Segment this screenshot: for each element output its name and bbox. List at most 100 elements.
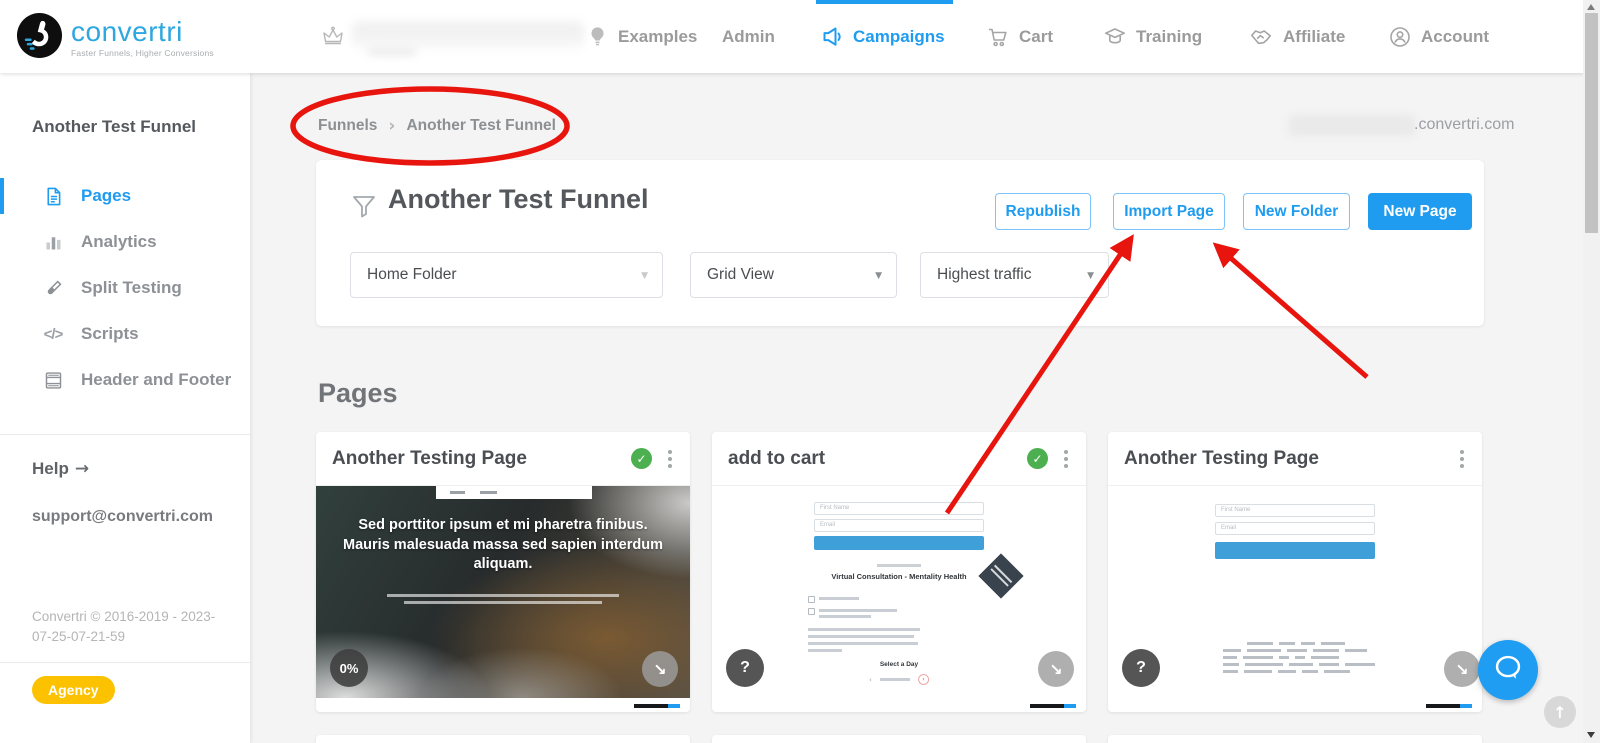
funnel-header-panel: Another Test Funnel Republish Import Pag…: [316, 160, 1484, 326]
account-subtext-redacted: [368, 47, 416, 56]
thumb-progress-bar: [634, 704, 680, 708]
thumb-submit-button: [814, 536, 984, 550]
help-badge[interactable]: ?: [726, 649, 764, 687]
card-menu-button[interactable]: [666, 446, 674, 472]
convertri-logo-icon: [16, 12, 63, 64]
page-card-header: Another Testing Page ✓: [316, 432, 690, 486]
handshake-icon: [1248, 24, 1274, 50]
thumb-text-line: [808, 649, 842, 652]
folder-select[interactable]: Home Folder ▼: [350, 252, 663, 298]
sidebar-item-pages[interactable]: Pages: [0, 173, 250, 219]
logo-tagline: Faster Funnels, Higher Conversions: [71, 48, 214, 59]
cart-icon: [986, 25, 1010, 49]
lightbulb-icon: [586, 25, 609, 48]
page-card: Another Testing Page First Name Email ? …: [1108, 432, 1482, 712]
sidebar-item-analytics-label: Analytics: [81, 232, 157, 251]
sidebar-item-split-testing-label: Split Testing: [81, 278, 182, 297]
sidebar-help-link[interactable]: Help →: [32, 459, 89, 479]
nav-training-label: Training: [1136, 26, 1203, 46]
chevron-down-icon: ▼: [641, 271, 648, 281]
thumb-date-pagination: ‹ ›: [869, 674, 929, 685]
support-email[interactable]: support@convertri.com: [32, 508, 213, 526]
nav-cart[interactable]: Cart: [986, 0, 1053, 73]
view-select-value: Grid View: [707, 266, 774, 283]
nav-admin[interactable]: Admin: [722, 0, 775, 73]
layout-icon: [42, 369, 64, 391]
sidebar-menu: Pages Analytics Split Testing </> Script…: [0, 173, 250, 403]
nav-cart-label: Cart: [1019, 26, 1054, 46]
funnel-domain[interactable]: .convertri.com: [1414, 116, 1514, 134]
nav-campaigns[interactable]: Campaigns: [816, 0, 953, 73]
sidebar-item-scripts[interactable]: </> Scripts: [0, 311, 250, 357]
vertical-scrollbar[interactable]: [1583, 0, 1600, 743]
sort-select-value: Highest traffic: [937, 266, 1032, 283]
chevron-right-icon: ›: [388, 116, 396, 136]
thumb-text-line: [879, 678, 910, 681]
nav-examples[interactable]: Examples: [586, 0, 697, 73]
scrollbar-thumb[interactable]: [1585, 13, 1598, 233]
plan-badge[interactable]: Agency: [32, 676, 115, 704]
thumb-email-field: Email: [814, 519, 984, 532]
chat-widget-button[interactable]: [1478, 640, 1538, 700]
page-card: Another Testing Page ✓ Sed porttitor ips…: [316, 432, 690, 712]
breadcrumb-funnels[interactable]: Funnels: [318, 117, 377, 135]
nav-training[interactable]: Training: [1103, 0, 1202, 73]
breadcrumb-current: Another Test Funnel: [406, 117, 556, 134]
chat-icon: [1489, 649, 1527, 692]
sidebar-funnel-title: Another Test Funnel: [32, 117, 197, 136]
page-card-title: Another Testing Page: [1124, 447, 1319, 469]
republish-button[interactable]: Republish: [995, 193, 1091, 230]
page-card-header: Another Testing Page: [1108, 432, 1482, 486]
page-thumbnail[interactable]: First Name Email Virtual Consultation - …: [712, 486, 1086, 698]
new-folder-button[interactable]: New Folder: [1243, 193, 1350, 230]
nav-affiliate-label: Affiliate: [1283, 26, 1346, 46]
sidebar-item-analytics[interactable]: Analytics: [0, 219, 250, 265]
expand-preview-button[interactable]: ↘: [1444, 651, 1480, 687]
convertri-logo[interactable]: convertri Faster Funnels, Higher Convers…: [16, 12, 214, 64]
test-tube-icon: [42, 277, 64, 299]
thumb-table: [1223, 642, 1375, 673]
sort-select[interactable]: Highest traffic ▼: [920, 252, 1109, 298]
thumb-text-line: [808, 635, 914, 638]
corner-ribbon: [978, 553, 1024, 599]
help-badge[interactable]: ?: [1122, 649, 1160, 687]
thumb-progress-bar: [1426, 704, 1472, 708]
app: convertri Faster Funnels, Higher Convers…: [0, 0, 1600, 743]
thumb-text-line: [808, 642, 918, 645]
scrollbar-up-arrow[interactable]: [1587, 4, 1595, 10]
thumb-text-line: [808, 628, 920, 631]
nav-examples-label: Examples: [618, 26, 698, 46]
thumb-nav-strip: [436, 486, 592, 499]
account-name-redacted: [352, 22, 584, 48]
view-select[interactable]: Grid View ▼: [690, 252, 897, 298]
sidebar: Another Test Funnel Pages Analytics Spli…: [0, 73, 250, 743]
page-icon: [42, 185, 64, 207]
thumb-checkbox: [808, 608, 815, 615]
card-menu-button[interactable]: [1458, 446, 1466, 472]
published-icon: ✓: [631, 448, 652, 469]
thumb-checkbox: [808, 596, 815, 603]
chevron-down-icon: ▼: [875, 271, 882, 281]
scrollbar-down-arrow[interactable]: [1587, 732, 1595, 738]
import-page-button[interactable]: Import Page: [1113, 193, 1225, 230]
sidebar-item-split-testing[interactable]: Split Testing: [0, 265, 250, 311]
expand-preview-button[interactable]: ↘: [642, 651, 678, 687]
thumb-heading: Sed porttitor ipsum et mi pharetra finib…: [343, 517, 663, 573]
nav-affiliate[interactable]: Affiliate: [1248, 0, 1345, 73]
page-thumbnail[interactable]: Sed porttitor ipsum et mi pharetra finib…: [316, 486, 690, 698]
expand-preview-button[interactable]: ↘: [1038, 651, 1074, 687]
sidebar-item-pages-label: Pages: [81, 186, 132, 205]
page-card-title: Another Testing Page: [332, 447, 527, 469]
page-thumbnail[interactable]: First Name Email ? ↘: [1108, 486, 1482, 698]
thumb-text-line: [819, 615, 871, 618]
thumb-text-line: [404, 601, 602, 604]
new-page-button[interactable]: New Page: [1368, 193, 1472, 230]
nav-account[interactable]: Account: [1388, 0, 1489, 73]
scroll-to-top-button[interactable]: ↑: [1544, 696, 1576, 728]
megaphone-icon: [820, 25, 844, 49]
nav-admin-label: Admin: [722, 26, 775, 46]
bar-chart-icon: [42, 231, 64, 253]
sidebar-item-header-footer[interactable]: Header and Footer: [0, 357, 250, 403]
card-menu-button[interactable]: [1062, 446, 1070, 472]
thumb-text-line: [877, 564, 921, 567]
